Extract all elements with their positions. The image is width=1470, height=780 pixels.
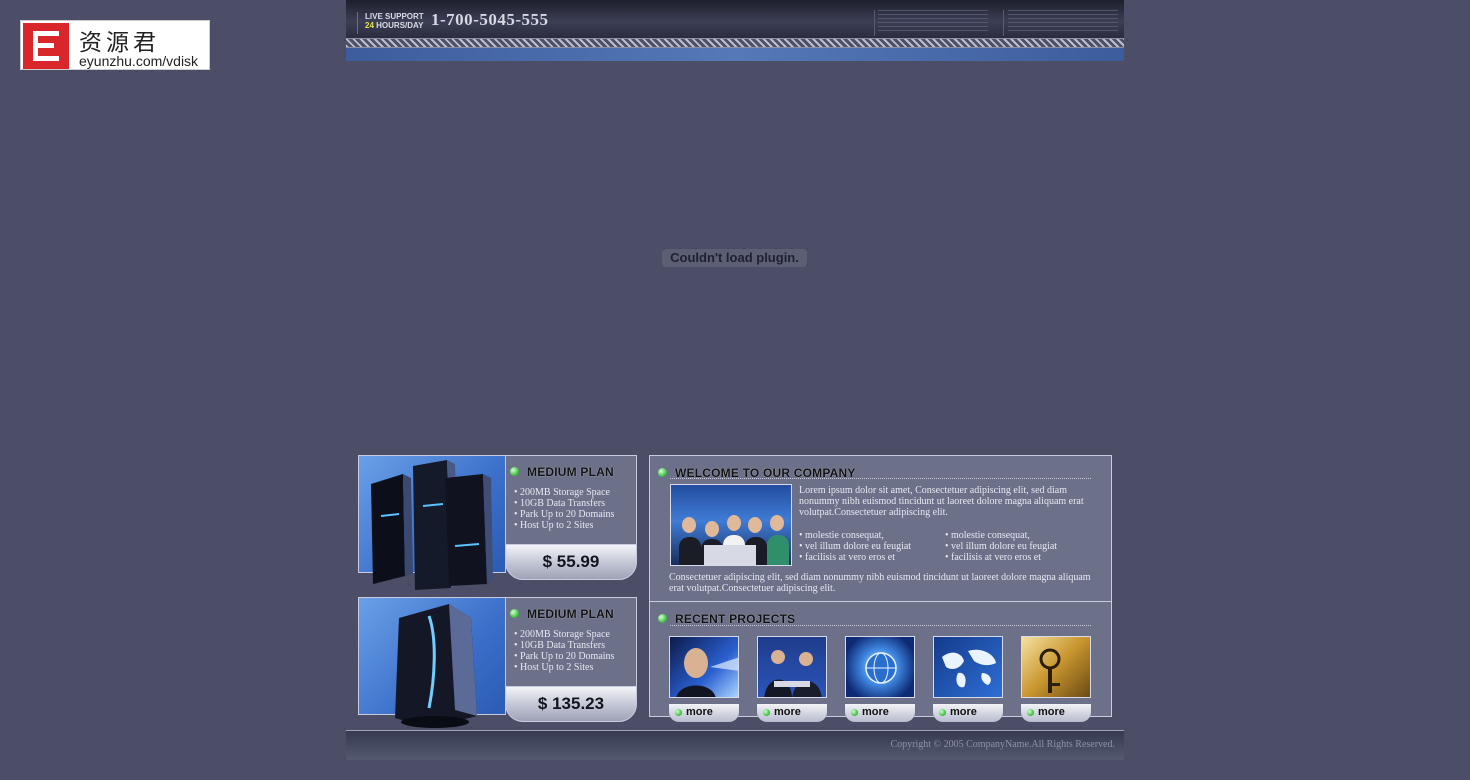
bullet-item: • molestie consequat, — [945, 530, 1030, 541]
server-rack-icon — [371, 460, 493, 590]
header-links-left[interactable] — [878, 10, 988, 34]
copyright: Copyright © 2005 CompanyName.All Rights … — [890, 739, 1115, 750]
plan-title: MEDIUM PLAN — [527, 607, 614, 621]
projects-title: RECENT PROJECTS — [675, 612, 796, 626]
plan-heading: MEDIUM PLAN — [510, 463, 614, 479]
feature-item: • 10GB Data Transfers — [514, 498, 605, 509]
green-bullet-icon — [851, 708, 858, 716]
feature-item: • 200MB Storage Space — [514, 629, 610, 640]
bullet-item: • facilisis at vero eros et — [945, 552, 1041, 563]
welcome-bullets-left: • molestie consequat, • vel illum dolore… — [799, 530, 911, 563]
welcome-intro: Lorem ipsum dolor sit amet, Consectetuer… — [799, 485, 1084, 518]
green-bullet-icon — [510, 467, 519, 476]
project-thumb-business-meeting[interactable] — [757, 636, 827, 698]
more-button[interactable]: more — [757, 704, 827, 722]
header-blue-band — [346, 48, 1124, 61]
watermark-logo: 资源君 eyunzhu.com/vdisk — [20, 20, 210, 70]
header-separator — [357, 12, 358, 34]
team-photo — [670, 484, 792, 566]
e-logo-icon — [23, 23, 69, 69]
header-stripe — [346, 38, 1124, 48]
price-button[interactable]: $ 55.99 — [505, 544, 637, 580]
bullet-item: • molestie consequat, — [799, 530, 884, 541]
support-phone: 1-700-5045-555 — [431, 10, 549, 29]
project-thumb-golden-key[interactable] — [1021, 636, 1091, 698]
feature-item: • Host Up to 2 Sites — [514, 662, 594, 673]
header-links-right[interactable] — [1008, 10, 1118, 34]
project-thumb-world-map[interactable] — [933, 636, 1003, 698]
globe-icon — [865, 652, 897, 684]
green-bullet-icon — [510, 609, 519, 618]
price-button[interactable]: $ 135.23 — [505, 686, 637, 722]
server-rack-image — [358, 455, 506, 590]
plan-card: MEDIUM PLAN • 200MB Storage Space • 10GB… — [505, 455, 637, 545]
welcome-section: WELCOME TO OUR COMPANY Lorem ipsum dolor… — [649, 455, 1112, 602]
hours-24: 24 — [365, 21, 374, 30]
golden-key-icon — [1039, 648, 1061, 693]
header-divider — [1003, 10, 1004, 36]
plugin-error[interactable]: Couldn't load plugin. — [662, 249, 807, 267]
server-tower-icon — [395, 604, 477, 728]
plan-title: MEDIUM PLAN — [527, 465, 614, 479]
dotted-divider — [670, 625, 1091, 626]
plan-features: • 200MB Storage Space • 10GB Data Transf… — [514, 487, 614, 531]
project-thumb-globe[interactable] — [845, 636, 915, 698]
plan-heading: MEDIUM PLAN — [510, 605, 614, 621]
green-bullet-icon — [939, 708, 946, 716]
feature-item: • Park Up to 20 Domains — [514, 509, 615, 520]
green-bullet-icon — [763, 708, 770, 716]
feature-item: • 200MB Storage Space — [514, 487, 610, 498]
watermark-brand: 资源君 — [79, 30, 160, 56]
welcome-outro: Consectetuer adipiscing elit, sed diam n… — [669, 572, 1091, 594]
more-button[interactable]: more — [1021, 704, 1091, 722]
bullet-item: • vel illum dolore eu feugiat — [799, 541, 912, 552]
plan-card: MEDIUM PLAN • 200MB Storage Space • 10GB… — [505, 597, 637, 687]
watermark-url: eyunzhu.com/vdisk — [79, 53, 199, 69]
meeting-icon — [764, 650, 822, 697]
businessman-icon — [676, 648, 738, 697]
dotted-divider — [670, 478, 1091, 479]
bullet-item: • facilisis at vero eros et — [799, 552, 895, 563]
more-button[interactable]: more — [845, 704, 915, 722]
welcome-bullets-right: • molestie consequat, • vel illum dolore… — [945, 530, 1057, 563]
feature-item: • Park Up to 20 Domains — [514, 651, 615, 662]
project-thumb-businessman[interactable] — [669, 636, 739, 698]
plan-features: • 200MB Storage Space • 10GB Data Transf… — [514, 629, 614, 673]
green-bullet-icon — [658, 614, 667, 623]
site-footer: Copyright © 2005 CompanyName.All Rights … — [346, 730, 1124, 760]
green-bullet-icon — [658, 468, 667, 477]
green-bullet-icon — [1027, 708, 1034, 716]
header-divider — [874, 10, 875, 36]
world-map-icon — [942, 649, 996, 688]
section-heading: WELCOME TO OUR COMPANY — [658, 464, 856, 482]
feature-item: • Host Up to 2 Sites — [514, 520, 594, 531]
bullet-item: • vel illum dolore eu feugiat — [945, 541, 1058, 552]
recent-projects-section: RECENT PROJECTS more more more more more — [649, 601, 1112, 722]
more-button[interactable]: more — [933, 704, 1003, 722]
feature-item: • 10GB Data Transfers — [514, 640, 605, 651]
server-tower-image — [358, 597, 506, 728]
live-support-label: LIVE SUPPORT 24 HOURS/DAY — [365, 12, 424, 30]
more-button[interactable]: more — [669, 704, 739, 722]
green-bullet-icon — [675, 708, 682, 716]
